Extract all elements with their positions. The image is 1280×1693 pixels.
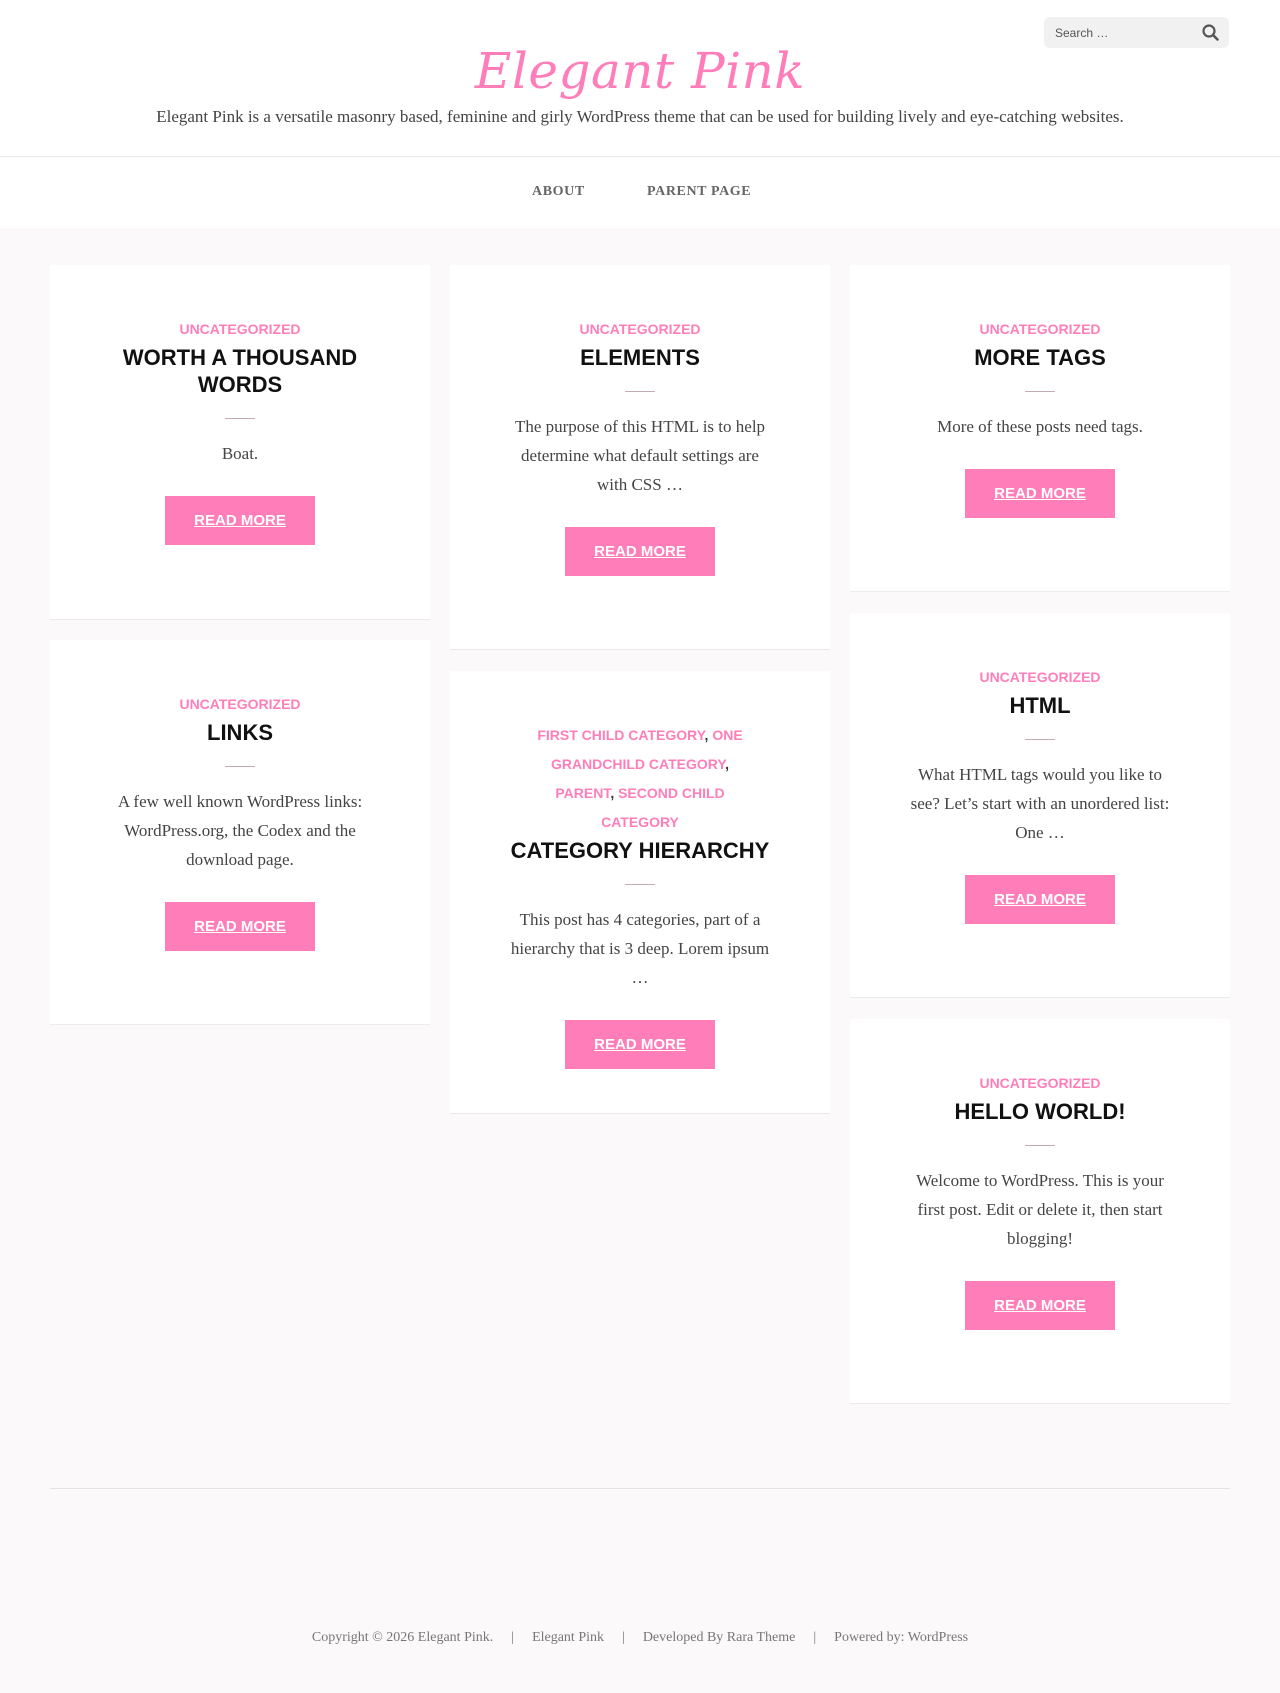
post-title-link[interactable]: WORTH A THOUSAND WORDS bbox=[123, 345, 357, 397]
post-title-link[interactable]: MORE TAGS bbox=[974, 345, 1106, 370]
category-link[interactable]: UNCATEGORIZED bbox=[579, 321, 700, 337]
post-categories: UNCATEGORIZED bbox=[120, 315, 360, 344]
post-card: UNCATEGORIZED ELEMENTS The purpose of th… bbox=[450, 265, 830, 650]
read-more-button[interactable]: READ MORE bbox=[165, 496, 315, 545]
read-more-button[interactable]: READ MORE bbox=[965, 1281, 1115, 1330]
post-title-link[interactable]: LINKS bbox=[207, 720, 273, 745]
footer-powered-by: Powered by: WordPress bbox=[834, 1630, 969, 1645]
footer-separator: | bbox=[813, 1630, 817, 1645]
post-card: UNCATEGORIZED HELLO WORLD! Welcome to Wo… bbox=[850, 1019, 1230, 1404]
post-card: UNCATEGORIZED WORTH A THOUSAND WORDS Boa… bbox=[50, 265, 430, 620]
post-excerpt: What HTML tags would you like to see? Le… bbox=[910, 765, 1170, 842]
post-title: HTML bbox=[910, 692, 1170, 719]
read-more-button[interactable]: READ MORE bbox=[565, 527, 715, 576]
post-excerpt: More of these posts need tags. bbox=[937, 417, 1143, 436]
nav-item-parent-page[interactable]: PARENT PAGE bbox=[647, 184, 751, 200]
post-title: HELLO WORLD! bbox=[910, 1098, 1170, 1125]
post-categories: UNCATEGORIZED bbox=[520, 315, 760, 344]
post-title: WORTH A THOUSAND WORDS bbox=[110, 344, 370, 398]
post-excerpt: This post has 4 categories, part of a hi… bbox=[510, 910, 770, 987]
post-categories: UNCATEGORIZED bbox=[920, 663, 1160, 692]
post-excerpt: Welcome to WordPress. This is your first… bbox=[916, 1171, 1164, 1248]
post-title: MORE TAGS bbox=[910, 344, 1170, 371]
post-categories: UNCATEGORIZED bbox=[920, 315, 1160, 344]
read-more-button[interactable]: READ MORE bbox=[965, 875, 1115, 924]
category-link[interactable]: PARENT bbox=[555, 785, 610, 801]
footer-separator: | bbox=[511, 1630, 515, 1645]
post-title: ELEMENTS bbox=[510, 344, 770, 371]
footer-divider bbox=[50, 1488, 1230, 1489]
post-excerpt: The purpose of this HTML is to help dete… bbox=[514, 417, 766, 494]
post-card: UNCATEGORIZED MORE TAGS More of these po… bbox=[850, 265, 1230, 592]
site-title-link[interactable]: Elegant Pink bbox=[475, 42, 805, 100]
post-title-link[interactable]: CATEGORY HIERARCHY bbox=[511, 838, 770, 863]
category-link[interactable]: SECOND CHILD CATEGORY bbox=[601, 785, 725, 830]
post-card: UNCATEGORIZED LINKS A few well known Wor… bbox=[50, 640, 430, 1025]
category-link[interactable]: UNCATEGORIZED bbox=[979, 1075, 1100, 1091]
post-title: CATEGORY HIERARCHY bbox=[510, 837, 770, 864]
footer-separator: | bbox=[622, 1630, 625, 1645]
post-card: UNCATEGORIZED HTML What HTML tags would … bbox=[850, 613, 1230, 998]
footer-developed-by: Developed By Rara Theme bbox=[642, 1630, 796, 1645]
category-link[interactable]: UNCATEGORIZED bbox=[179, 696, 300, 712]
category-link[interactable]: UNCATEGORIZED bbox=[179, 321, 300, 337]
site-footer: Copyright © 2026 Elegant Pink. | Elegant P… bbox=[0, 1625, 1280, 1650]
category-separator: , bbox=[610, 785, 619, 801]
read-more-button[interactable]: READ MORE bbox=[965, 469, 1115, 518]
nav-item-about[interactable]: ABOUT bbox=[532, 184, 585, 200]
site-description: Elegant Pink is a versatile masonry base… bbox=[156, 107, 1124, 126]
post-categories: UNCATEGORIZED bbox=[120, 690, 360, 719]
post-title-link[interactable]: ELEMENTS bbox=[580, 345, 700, 370]
post-excerpt: Boat. bbox=[221, 444, 259, 463]
category-link[interactable]: FIRST CHILD CATEGORY bbox=[537, 727, 704, 743]
post-title-link[interactable]: HTML bbox=[1009, 693, 1070, 718]
main-navigation: ABOUT PARENT PAGE bbox=[0, 158, 1280, 228]
category-link[interactable]: UNCATEGORIZED bbox=[979, 321, 1100, 337]
post-title: LINKS bbox=[110, 719, 370, 746]
category-separator: , bbox=[725, 756, 730, 772]
post-title-link[interactable]: HELLO WORLD! bbox=[954, 1099, 1125, 1124]
post-excerpt: A few well known WordPress links: WordPr… bbox=[117, 792, 363, 869]
read-more-button[interactable]: READ MORE bbox=[565, 1020, 715, 1069]
site-title: Elegant Pink bbox=[0, 38, 1280, 104]
footer-theme-link[interactable]: Elegant Pink bbox=[532, 1630, 604, 1645]
read-more-button[interactable]: READ MORE bbox=[165, 902, 315, 951]
category-link[interactable]: UNCATEGORIZED bbox=[979, 669, 1100, 685]
post-categories: FIRST CHILD CATEGORY, ONE GRANDCHILD CAT… bbox=[520, 721, 760, 837]
post-card: FIRST CHILD CATEGORY, ONE GRANDCHILD CAT… bbox=[450, 671, 830, 1114]
footer-copyright: Copyright © 2026 Elegant Pink. bbox=[311, 1630, 494, 1645]
post-categories: UNCATEGORIZED bbox=[920, 1069, 1160, 1098]
site-header: Elegant Pink Elegant Pink is a versatile… bbox=[0, 0, 1280, 157]
